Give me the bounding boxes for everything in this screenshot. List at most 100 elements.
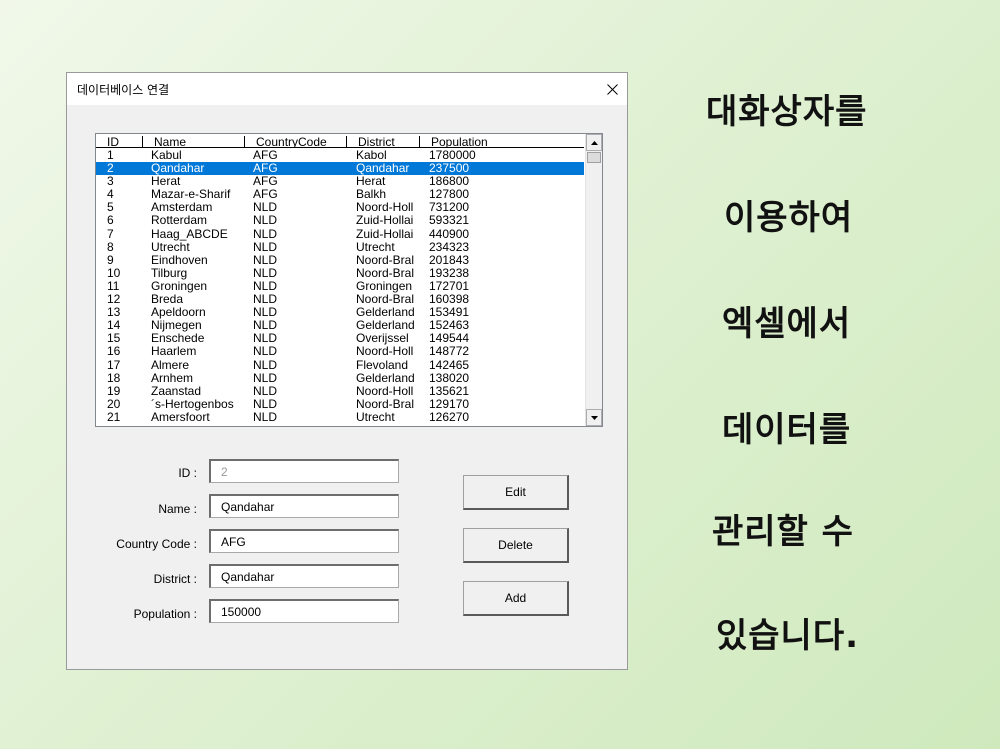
column-id: ID bbox=[96, 136, 143, 148]
list-cell: Groningen bbox=[356, 279, 413, 293]
list-cell: AFG bbox=[253, 175, 278, 189]
list-cell: Overijssel bbox=[356, 332, 409, 346]
scroll-down-button[interactable] bbox=[586, 409, 602, 426]
list-item[interactable]: 20 ´s-Hertogenbos NLD Noord-Bral 129170 bbox=[96, 398, 584, 411]
list-cell: 152463 bbox=[429, 319, 470, 333]
delete-button[interactable]: Delete bbox=[463, 528, 569, 563]
list-cell: 3 bbox=[107, 175, 114, 189]
country-code-label: Country Code : bbox=[116, 537, 197, 551]
list-cell: 17 bbox=[107, 358, 121, 372]
vertical-scrollbar[interactable] bbox=[585, 134, 602, 426]
list-cell: 129170 bbox=[429, 397, 470, 411]
caption-line-3: 엑셀에서 bbox=[722, 304, 852, 344]
list-cell: 11 bbox=[107, 279, 120, 293]
list-cell: 4 bbox=[107, 188, 114, 202]
list-item[interactable]: 12 Breda NLD Noord-Bral 160398 bbox=[96, 293, 584, 306]
list-cell: Zaanstad bbox=[151, 384, 202, 398]
listbox-header: ID Name CountryCode District Population bbox=[96, 136, 584, 149]
list-item[interactable]: 11 Groningen NLD Groningen 172701 bbox=[96, 280, 584, 293]
district-label: District : bbox=[153, 572, 197, 586]
scroll-thumb[interactable] bbox=[587, 152, 601, 163]
list-cell: 18 bbox=[107, 371, 121, 385]
district-field[interactable] bbox=[209, 564, 399, 588]
close-button[interactable] bbox=[597, 73, 627, 105]
list-item[interactable]: 6 Rotterdam NLD Zuid-Hollai 593321 bbox=[96, 214, 584, 227]
list-cell: 153491 bbox=[429, 306, 470, 320]
list-cell: Balkh bbox=[356, 188, 387, 202]
list-cell: 135621 bbox=[429, 384, 470, 398]
list-cell: 237500 bbox=[429, 162, 470, 176]
list-cell: 1780000 bbox=[429, 149, 476, 162]
dialog-titlebar[interactable]: 데이터베이스 연결 bbox=[67, 73, 627, 105]
list-item[interactable]: 5 Amsterdam NLD Noord-Holl 731200 bbox=[96, 201, 584, 214]
list-cell: Enschede bbox=[151, 332, 205, 346]
list-item[interactable]: 3 Herat AFG Herat 186800 bbox=[96, 175, 584, 188]
edit-button[interactable]: Edit bbox=[463, 475, 569, 510]
name-field[interactable] bbox=[209, 494, 399, 518]
list-cell: Noord-Holl bbox=[356, 345, 414, 359]
list-cell: Kabol bbox=[356, 149, 387, 162]
list-item[interactable]: 8 Utrecht NLD Utrecht 234323 bbox=[96, 241, 584, 254]
list-cell: 234323 bbox=[429, 240, 470, 254]
list-cell: Zuid-Hollai bbox=[356, 214, 414, 228]
list-item[interactable]: 1 Kabul AFG Kabol 1780000 bbox=[96, 149, 584, 162]
list-cell: 2 bbox=[107, 162, 114, 176]
arrow-down-icon bbox=[590, 415, 598, 420]
list-item[interactable]: 4 Mazar-e-Sharif AFG Balkh 127800 bbox=[96, 188, 584, 201]
list-cell: Mazar-e-Sharif bbox=[151, 188, 231, 202]
list-cell: Noord-Bral bbox=[356, 293, 415, 307]
list-item[interactable]: 9 Eindhoven NLD Noord-Bral 201843 bbox=[96, 254, 584, 267]
column-countrycode: CountryCode bbox=[245, 136, 347, 148]
list-cell: NLD bbox=[253, 306, 278, 320]
population-field[interactable] bbox=[209, 599, 399, 623]
list-cell: Noord-Bral bbox=[356, 253, 415, 267]
city-listbox[interactable]: ID Name CountryCode District Population … bbox=[95, 133, 603, 427]
population-label: Population : bbox=[133, 607, 197, 621]
list-cell: Amsterdam bbox=[151, 201, 213, 215]
country-code-field[interactable] bbox=[209, 529, 399, 553]
list-cell: NLD bbox=[253, 332, 278, 346]
list-item[interactable]: 15 Enschede NLD Overijssel 149544 bbox=[96, 332, 584, 345]
list-item[interactable]: 13 Apeldoorn NLD Gelderland 153491 bbox=[96, 306, 584, 319]
list-item[interactable]: 2 Qandahar AFG Qandahar 237500 bbox=[96, 162, 584, 176]
list-cell: NLD bbox=[253, 345, 278, 359]
caption-line-4: 데이터를 bbox=[722, 410, 852, 450]
list-cell: Zuid-Hollai bbox=[356, 227, 414, 241]
list-cell: NLD bbox=[253, 410, 278, 424]
add-button[interactable]: Add bbox=[463, 581, 569, 616]
list-cell: Rotterdam bbox=[151, 214, 208, 228]
list-cell: 5 bbox=[107, 201, 114, 215]
list-item[interactable]: 16 Haarlem NLD Noord-Holl 148772 bbox=[96, 345, 584, 358]
list-cell: Qandahar bbox=[356, 162, 410, 176]
listbox-rows: 1 Kabul AFG Kabol 1780000 2 Qandahar AFG Qandaha… bbox=[96, 149, 584, 424]
list-cell: NLD bbox=[253, 279, 278, 293]
list-cell: 15 bbox=[107, 332, 121, 346]
list-item[interactable]: 18 Arnhem NLD Gelderland 138020 bbox=[96, 372, 584, 385]
list-cell: Tilburg bbox=[151, 266, 188, 280]
list-cell: 9 bbox=[107, 253, 114, 267]
list-item[interactable]: 21 Amersfoort NLD Utrecht 126270 bbox=[96, 411, 584, 424]
list-item[interactable]: 10 Tilburg NLD Noord-Bral 193238 bbox=[96, 267, 584, 280]
database-dialog: 데이터베이스 연결 ID Name CountryCode District P… bbox=[66, 72, 628, 670]
list-item[interactable]: 14 Nijmegen NLD Gelderland 152463 bbox=[96, 319, 584, 332]
list-cell: NLD bbox=[253, 384, 278, 398]
column-district: District bbox=[347, 136, 420, 148]
list-cell: ´s-Hertogenbos bbox=[151, 397, 234, 411]
id-field[interactable] bbox=[209, 459, 399, 483]
list-cell: Gelderland bbox=[356, 371, 415, 385]
list-item[interactable]: 19 Zaanstad NLD Noord-Holl 135621 bbox=[96, 385, 584, 398]
list-cell: AFG bbox=[253, 162, 278, 176]
column-population: Population bbox=[420, 136, 584, 148]
list-cell: NLD bbox=[253, 358, 278, 372]
list-cell: 6 bbox=[107, 214, 114, 228]
list-item[interactable]: 7 Haag_ABCDE NLD Zuid-Hollai 440900 bbox=[96, 228, 584, 241]
list-cell: 193238 bbox=[429, 266, 470, 280]
list-cell: 593321 bbox=[429, 214, 470, 228]
list-cell: Herat bbox=[151, 175, 181, 189]
list-item[interactable]: 17 Almere NLD Flevoland 142465 bbox=[96, 359, 584, 372]
list-cell: Noord-Bral bbox=[356, 397, 415, 411]
scroll-up-button[interactable] bbox=[586, 134, 602, 151]
list-cell: NLD bbox=[253, 293, 278, 307]
list-cell: 201843 bbox=[429, 253, 470, 267]
arrow-up-icon bbox=[590, 140, 598, 145]
